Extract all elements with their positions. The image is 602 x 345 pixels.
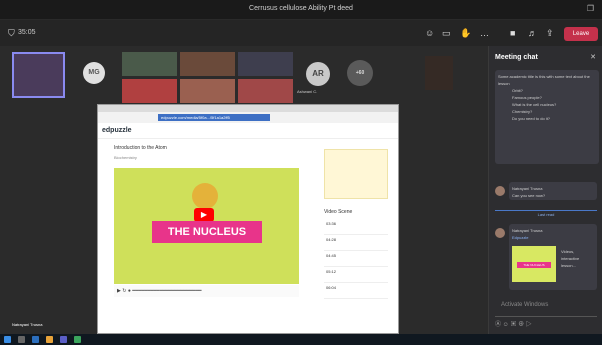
video-tile[interactable]: [238, 52, 293, 76]
video-tile[interactable]: [122, 79, 177, 103]
restore-window-button[interactable]: ❐: [587, 4, 594, 13]
overflow-participants[interactable]: +60: [347, 60, 373, 86]
app-icon[interactable]: [32, 336, 39, 343]
video-tile[interactable]: [180, 52, 235, 76]
site-header: edpuzzle: [98, 123, 398, 139]
video-tile[interactable]: [238, 79, 293, 103]
video-controls[interactable]: ▶ ↻ ● ━━━━━━━━━━━━━━━━━━━━━━━: [114, 285, 299, 297]
chat-line: Orbit?: [512, 88, 523, 93]
thumbnail-banner: THE NUCLEUS: [517, 262, 551, 268]
browser-tab-strip[interactable]: [98, 105, 398, 112]
list-item[interactable]: 04:28: [324, 235, 388, 251]
microphone-icon[interactable]: ♬: [528, 28, 537, 38]
video-tile[interactable]: [12, 52, 65, 98]
more-options-icon[interactable]: …: [480, 28, 489, 38]
browser-icon[interactable]: [74, 336, 81, 343]
sender-name: Natrayani Trusna: [512, 186, 543, 191]
video-banner: THE NUCLEUS: [152, 221, 262, 243]
lesson-title: Introduction to the Atom: [114, 145, 167, 151]
activate-windows-watermark: Activate Windows: [501, 302, 549, 308]
search-icon[interactable]: [18, 336, 25, 343]
video-list: 03:36 04:28 04:45 05:12 06:04: [324, 219, 388, 299]
list-item[interactable]: 03:36: [324, 219, 388, 235]
last-read-divider: Last read: [495, 210, 597, 217]
avatar: [495, 228, 505, 238]
chat-message: Natrayani Trusna Can you see now?: [509, 182, 597, 200]
avatar: AR: [306, 62, 330, 86]
chat-title: Meeting chat: [495, 54, 538, 61]
people-icon[interactable]: ☺: [425, 28, 434, 38]
shield-icon: ⛉: [8, 28, 15, 38]
link-caption: Videos, interactive lesson...: [561, 249, 580, 268]
link-thumbnail[interactable]: THE NUCLEUS: [512, 246, 556, 282]
avatar: MG: [83, 62, 105, 84]
list-item[interactable]: 04:45: [324, 251, 388, 267]
presenter-name: Natrayani Trusna: [12, 322, 43, 327]
meeting-timer: 35:05: [18, 29, 36, 36]
meeting-chat-panel: Meeting chat ✕ Some academic title is th…: [488, 46, 602, 334]
edpuzzle-logo[interactable]: edpuzzle: [102, 127, 132, 134]
video-tile[interactable]: [180, 79, 235, 103]
chat-line: Famous people?: [512, 95, 542, 100]
close-icon[interactable]: ✕: [590, 53, 596, 61]
avatar: [495, 186, 505, 196]
list-item[interactable]: 05:12: [324, 267, 388, 283]
video-section-title: Video Scene: [324, 209, 353, 215]
window-titlebar: Cerrusus cellulose Ability Pt deed ❐: [0, 0, 602, 20]
chat-link[interactable]: Edpuzzle: [512, 234, 594, 241]
lesson-subtitle: Biochemistry: [114, 155, 137, 160]
url-text[interactable]: edpuzzle.com/media/5f0a.../5f1a1a2ff5: [158, 114, 270, 121]
message-text: Can you see now?: [512, 193, 546, 198]
meeting-toolbar: ⛉ 35:05 ☺ ▭ ✋ … ■ ♬ ⇪: [0, 20, 602, 46]
windows-taskbar: [0, 334, 602, 345]
window-title: Cerrusus cellulose Ability Pt deed: [249, 5, 353, 12]
chat-line: Chemistry?: [512, 109, 533, 114]
chat-message: Some academic title is this with some te…: [495, 70, 599, 164]
chat-icon[interactable]: ▭: [442, 28, 451, 39]
teams-icon[interactable]: [60, 336, 67, 343]
camera-icon[interactable]: ■: [510, 28, 515, 38]
chat-message: Natrayani Trusna Edpuzzle THE NUCLEUS Vi…: [509, 224, 597, 290]
participant-name: Ashwani C.: [297, 89, 318, 94]
sun-graphic: [192, 183, 218, 209]
chat-compose-toolbar[interactable]: Ⓐ ☺ ▣ ⊕ ▷: [495, 316, 597, 328]
chat-intro: Some academic title is this with some te…: [498, 74, 590, 86]
address-bar[interactable]: edpuzzle.com/media/5f0a.../5f1a1a2ff5: [98, 112, 398, 123]
raise-hand-icon[interactable]: ✋: [460, 28, 471, 39]
video-tile[interactable]: [425, 56, 453, 90]
play-button[interactable]: ▶: [194, 208, 214, 222]
sender-name: Natrayani Trusna: [512, 228, 543, 233]
video-tile[interactable]: [122, 52, 177, 76]
side-note: [324, 149, 388, 199]
folder-icon[interactable]: [46, 336, 53, 343]
video-player[interactable]: ▶ THE NUCLEUS: [114, 168, 299, 284]
chat-line: Do you need to do it?: [512, 116, 551, 121]
list-item[interactable]: 06:04: [324, 283, 388, 299]
leave-button[interactable]: Leave: [564, 27, 598, 41]
start-icon[interactable]: [4, 336, 11, 343]
shared-screen-browser[interactable]: edpuzzle.com/media/5f0a.../5f1a1a2ff5 ed…: [97, 104, 399, 334]
chat-line: What is the cell nucleus?: [512, 102, 557, 107]
share-icon[interactable]: ⇪: [546, 28, 554, 39]
